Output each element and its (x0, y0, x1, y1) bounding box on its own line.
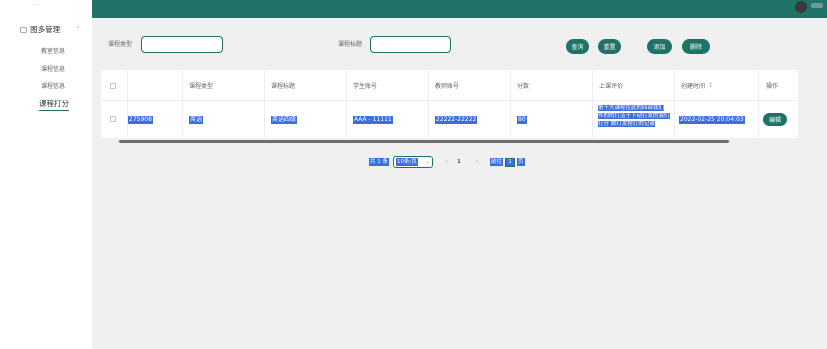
sidebar-cutoff-text: ... (33, 0, 39, 7)
course-title-label: 课程标题 (338, 41, 363, 48)
goto-label: 前往 (490, 158, 504, 166)
sidebar-item-course-info[interactable]: 课程信息 (41, 64, 65, 73)
col-id (127, 70, 175, 101)
col-course-title: 课程标题 (271, 83, 296, 90)
cell-id-text: 275908 (128, 115, 153, 124)
goto-page-input[interactable] (505, 157, 516, 167)
chevron-down-icon: ⌄ (425, 159, 430, 165)
pagination-total-text: 共 1 条 (369, 158, 389, 166)
course-type-input[interactable] (141, 36, 223, 53)
col-score: 分数 (517, 83, 530, 90)
cell-teacher-account: 22222-22222 (435, 101, 478, 138)
col-teacher-account: 教师账号 (435, 83, 460, 90)
cell-score-text: 80 (517, 115, 527, 124)
sidebar-item-course-info-2[interactable]: 课程信息 (41, 81, 65, 90)
table-row[interactable]: 275908 英语 英语四级 AAA - 11111 22222-22222 8… (101, 101, 798, 138)
table-header: 课程类型 课程标题 学生账号 教师账号 分数 上课评价 创建时间 ↕ 操作 (101, 70, 798, 101)
username-placeholder[interactable] (811, 3, 823, 8)
sort-icon[interactable]: ↕ (708, 82, 713, 89)
sidebar-group[interactable]: ▢ 图多管理 ⌃ (20, 24, 80, 35)
edit-button[interactable]: 编辑 (763, 113, 787, 126)
query-button[interactable]: 查询 (566, 39, 589, 54)
page-size-select[interactable]: 10条/页 ⌄ (393, 156, 433, 168)
page-suffix: 页 (517, 158, 525, 166)
cell-score: 80 (517, 101, 527, 138)
sidebar-group-label: 图多管理 (30, 25, 61, 34)
col-student-account: 学生账号 (353, 83, 378, 90)
cell-student-account-text: AAA - 11111 (353, 115, 393, 124)
avatar[interactable] (795, 1, 807, 13)
cell-id: 275908 (128, 101, 153, 138)
cell-created-time: 2022-02-25 20:04:03 (679, 101, 745, 138)
page-number-current[interactable]: 1 (457, 156, 461, 168)
search-row: 课程类型 课程标题 查询 重置 添加 删除 (92, 18, 827, 66)
sidebar-item-classroom[interactable]: 教室信息 (41, 46, 65, 55)
reset-button[interactable]: 重置 (598, 39, 621, 54)
cell-course-type: 英语 (189, 101, 204, 138)
col-created-time-label: 创建时间 (681, 83, 706, 90)
course-type-label: 课程类型 (108, 41, 133, 48)
cell-course-type-text: 英语 (189, 115, 204, 124)
select-all-checkbox[interactable] (110, 83, 116, 89)
cell-created-time-text: 2022-02-25 20:04:03 (679, 115, 745, 124)
sidebar-item-course-scoring[interactable]: 课程打分 (39, 98, 69, 111)
menu-icon: ▢ (20, 25, 28, 34)
row-checkbox[interactable] (110, 116, 116, 122)
col-created-time[interactable]: 创建时间 ↕ (681, 70, 713, 101)
cell-teacher-account-text: 22222-22222 (435, 115, 478, 124)
delete-button[interactable]: 删除 (682, 39, 710, 54)
cell-course-title-text: 英语四级 (271, 115, 298, 124)
goto-page: 前往 页 (490, 156, 525, 168)
col-course-type: 课程类型 (189, 83, 214, 90)
page-size-value: 10条/页 (396, 158, 418, 166)
horizontal-scrollbar[interactable] (119, 140, 729, 143)
main-panel: 课程类型 课程标题 查询 重置 添加 删除 课程类型 课程标题 学生账号 教师账… (92, 18, 827, 349)
top-bar (92, 0, 827, 18)
col-evaluation: 上课评价 (599, 83, 624, 90)
next-page-button[interactable]: > (475, 156, 480, 168)
add-button[interactable]: 添加 (647, 39, 672, 54)
cell-course-title: 英语四级 (271, 101, 298, 138)
data-table: 课程类型 课程标题 学生账号 教师账号 分数 上课评价 创建时间 ↕ 操作 27… (101, 70, 798, 138)
pagination-total: 共 1 条 (369, 156, 389, 168)
cell-evaluation: 第十大课程在此的四部我们 件的的打活于下动打发的我们打分 数打发程打的记录 (598, 104, 670, 128)
col-action: 操作 (766, 83, 779, 90)
cell-student-account: AAA - 11111 (353, 101, 393, 138)
course-title-input[interactable] (370, 36, 451, 53)
chevron-up-icon: ⌃ (75, 26, 81, 33)
prev-page-button[interactable]: < (444, 156, 449, 168)
cell-evaluation-text: 第十大课程在此的四部我们 件的的打活于下动打发的我们打分 数打发程打的记录 (598, 105, 670, 127)
sidebar: ... ▢ 图多管理 ⌃ 教室信息 课程信息 课程信息 课程打分 (0, 0, 92, 349)
